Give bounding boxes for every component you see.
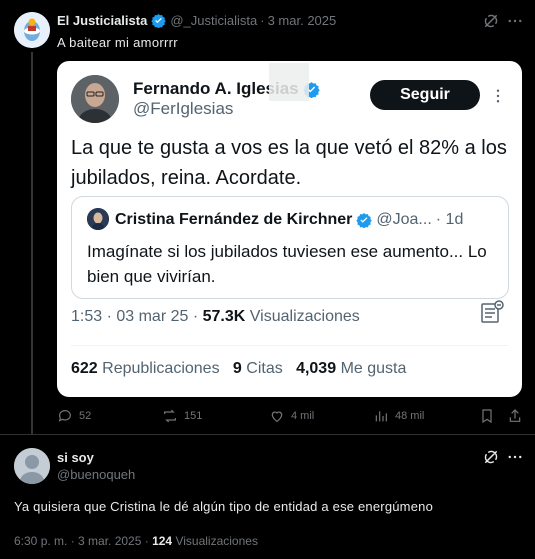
quoted-author-name: Cristina Fernández de Kirchner xyxy=(115,211,353,228)
views-icon xyxy=(375,411,387,422)
quoted-handle: @Joa... xyxy=(376,211,432,228)
likes-count: 4,039 xyxy=(296,360,337,377)
heart-icon xyxy=(271,411,283,423)
embedded-meta: 1:53 · 03 mar 25 · 57.3K Visualizaciones xyxy=(71,308,360,326)
share-button[interactable] xyxy=(507,408,529,424)
analytics-icon xyxy=(481,300,504,323)
reposts-count: 622 xyxy=(71,360,98,377)
post-text: A baitear mi amorrrr xyxy=(57,35,178,50)
embedded-stats: 622 Republicaciones 9 Citas 4,039 Me gus… xyxy=(71,360,406,378)
author-handle[interactable]: @_Justicialista xyxy=(170,13,257,28)
watermark-box xyxy=(269,63,309,101)
post-date[interactable]: 3 mar. 2025 xyxy=(268,13,337,28)
reply-count: 52 xyxy=(79,410,92,422)
quoted-text: Imagínate si los jubilados tuviesen ese … xyxy=(87,242,487,286)
embedded-divider xyxy=(71,345,508,346)
quoted-tweet: Cristina Fernández de Kirchner @Joa... ·… xyxy=(71,196,509,299)
author-name[interactable]: El Justicialista xyxy=(57,13,147,28)
bookmark-button[interactable] xyxy=(479,408,501,424)
post-divider xyxy=(0,434,535,435)
follow-button: Seguir xyxy=(370,80,480,110)
views-button[interactable]: 48 mil xyxy=(373,408,424,424)
repost-icon xyxy=(164,409,176,423)
author-handle[interactable]: @buenoqueh xyxy=(57,467,135,482)
embedded-time-date: 1:53 · 03 mar 25 · xyxy=(71,308,203,325)
quoted-age: · 1d xyxy=(435,211,464,228)
post-timestamp[interactable]: 6:30 p. m. · 3 mar. 2025 · xyxy=(14,534,152,548)
repost-count: 151 xyxy=(184,410,203,422)
embedded-more-icon xyxy=(496,89,500,103)
post-header: El Justicialista @_Justicialista · 3 mar… xyxy=(57,13,336,28)
embedded-author-handle: @FerIglesias xyxy=(133,99,234,118)
reply-button[interactable]: 52 xyxy=(57,408,91,424)
action-bar: 52 151 4 mil 48 mil xyxy=(57,406,522,428)
likes-label: Me gusta xyxy=(340,360,407,377)
embedded-views-count: 57.3K xyxy=(202,308,246,325)
bookmark-icon xyxy=(482,409,492,424)
share-icon xyxy=(509,409,521,422)
more-icon[interactable] xyxy=(506,12,524,30)
repost-button[interactable]: 151 xyxy=(162,408,202,424)
reposts-label: Republicaciones xyxy=(102,360,220,377)
verified-badge-icon xyxy=(356,213,373,228)
thread-line xyxy=(31,52,33,434)
reply-icon xyxy=(58,410,71,422)
quoted-avatar xyxy=(87,208,109,230)
more-icon[interactable] xyxy=(506,448,524,466)
post-text: Ya quisiera que Cristina le dé algún tip… xyxy=(14,499,434,514)
avatar[interactable] xyxy=(14,448,50,484)
views-count: 48 mil xyxy=(395,410,425,422)
embedded-avatar xyxy=(71,75,119,123)
embedded-tweet-image[interactable]: Fernando A. Iglesias @FerIglesias Seguir… xyxy=(57,61,522,397)
views-label: Visualizaciones xyxy=(172,534,258,548)
verified-badge-icon xyxy=(151,13,167,28)
embedded-views-label: Visualizaciones xyxy=(245,308,360,325)
quotes-count: 9 xyxy=(232,360,242,377)
author-name[interactable]: si soy xyxy=(57,450,94,465)
embedded-tweet-text: La que te gusta a vos es la que vetó el … xyxy=(71,137,507,189)
quoted-header: Cristina Fernández de Kirchner @Joa... ·… xyxy=(115,211,463,229)
avatar[interactable] xyxy=(14,12,50,48)
post-meta: 6:30 p. m. · 3 mar. 2025 · 124 Visualiza… xyxy=(14,534,258,548)
like-count: 4 mil xyxy=(291,410,315,422)
quotes-label: Citas xyxy=(246,360,283,377)
grok-icon[interactable] xyxy=(482,12,500,30)
views-count: 124 xyxy=(152,534,173,548)
grok-icon[interactable] xyxy=(482,448,500,466)
separator: · xyxy=(260,13,265,28)
like-button[interactable]: 4 mil xyxy=(269,408,314,424)
